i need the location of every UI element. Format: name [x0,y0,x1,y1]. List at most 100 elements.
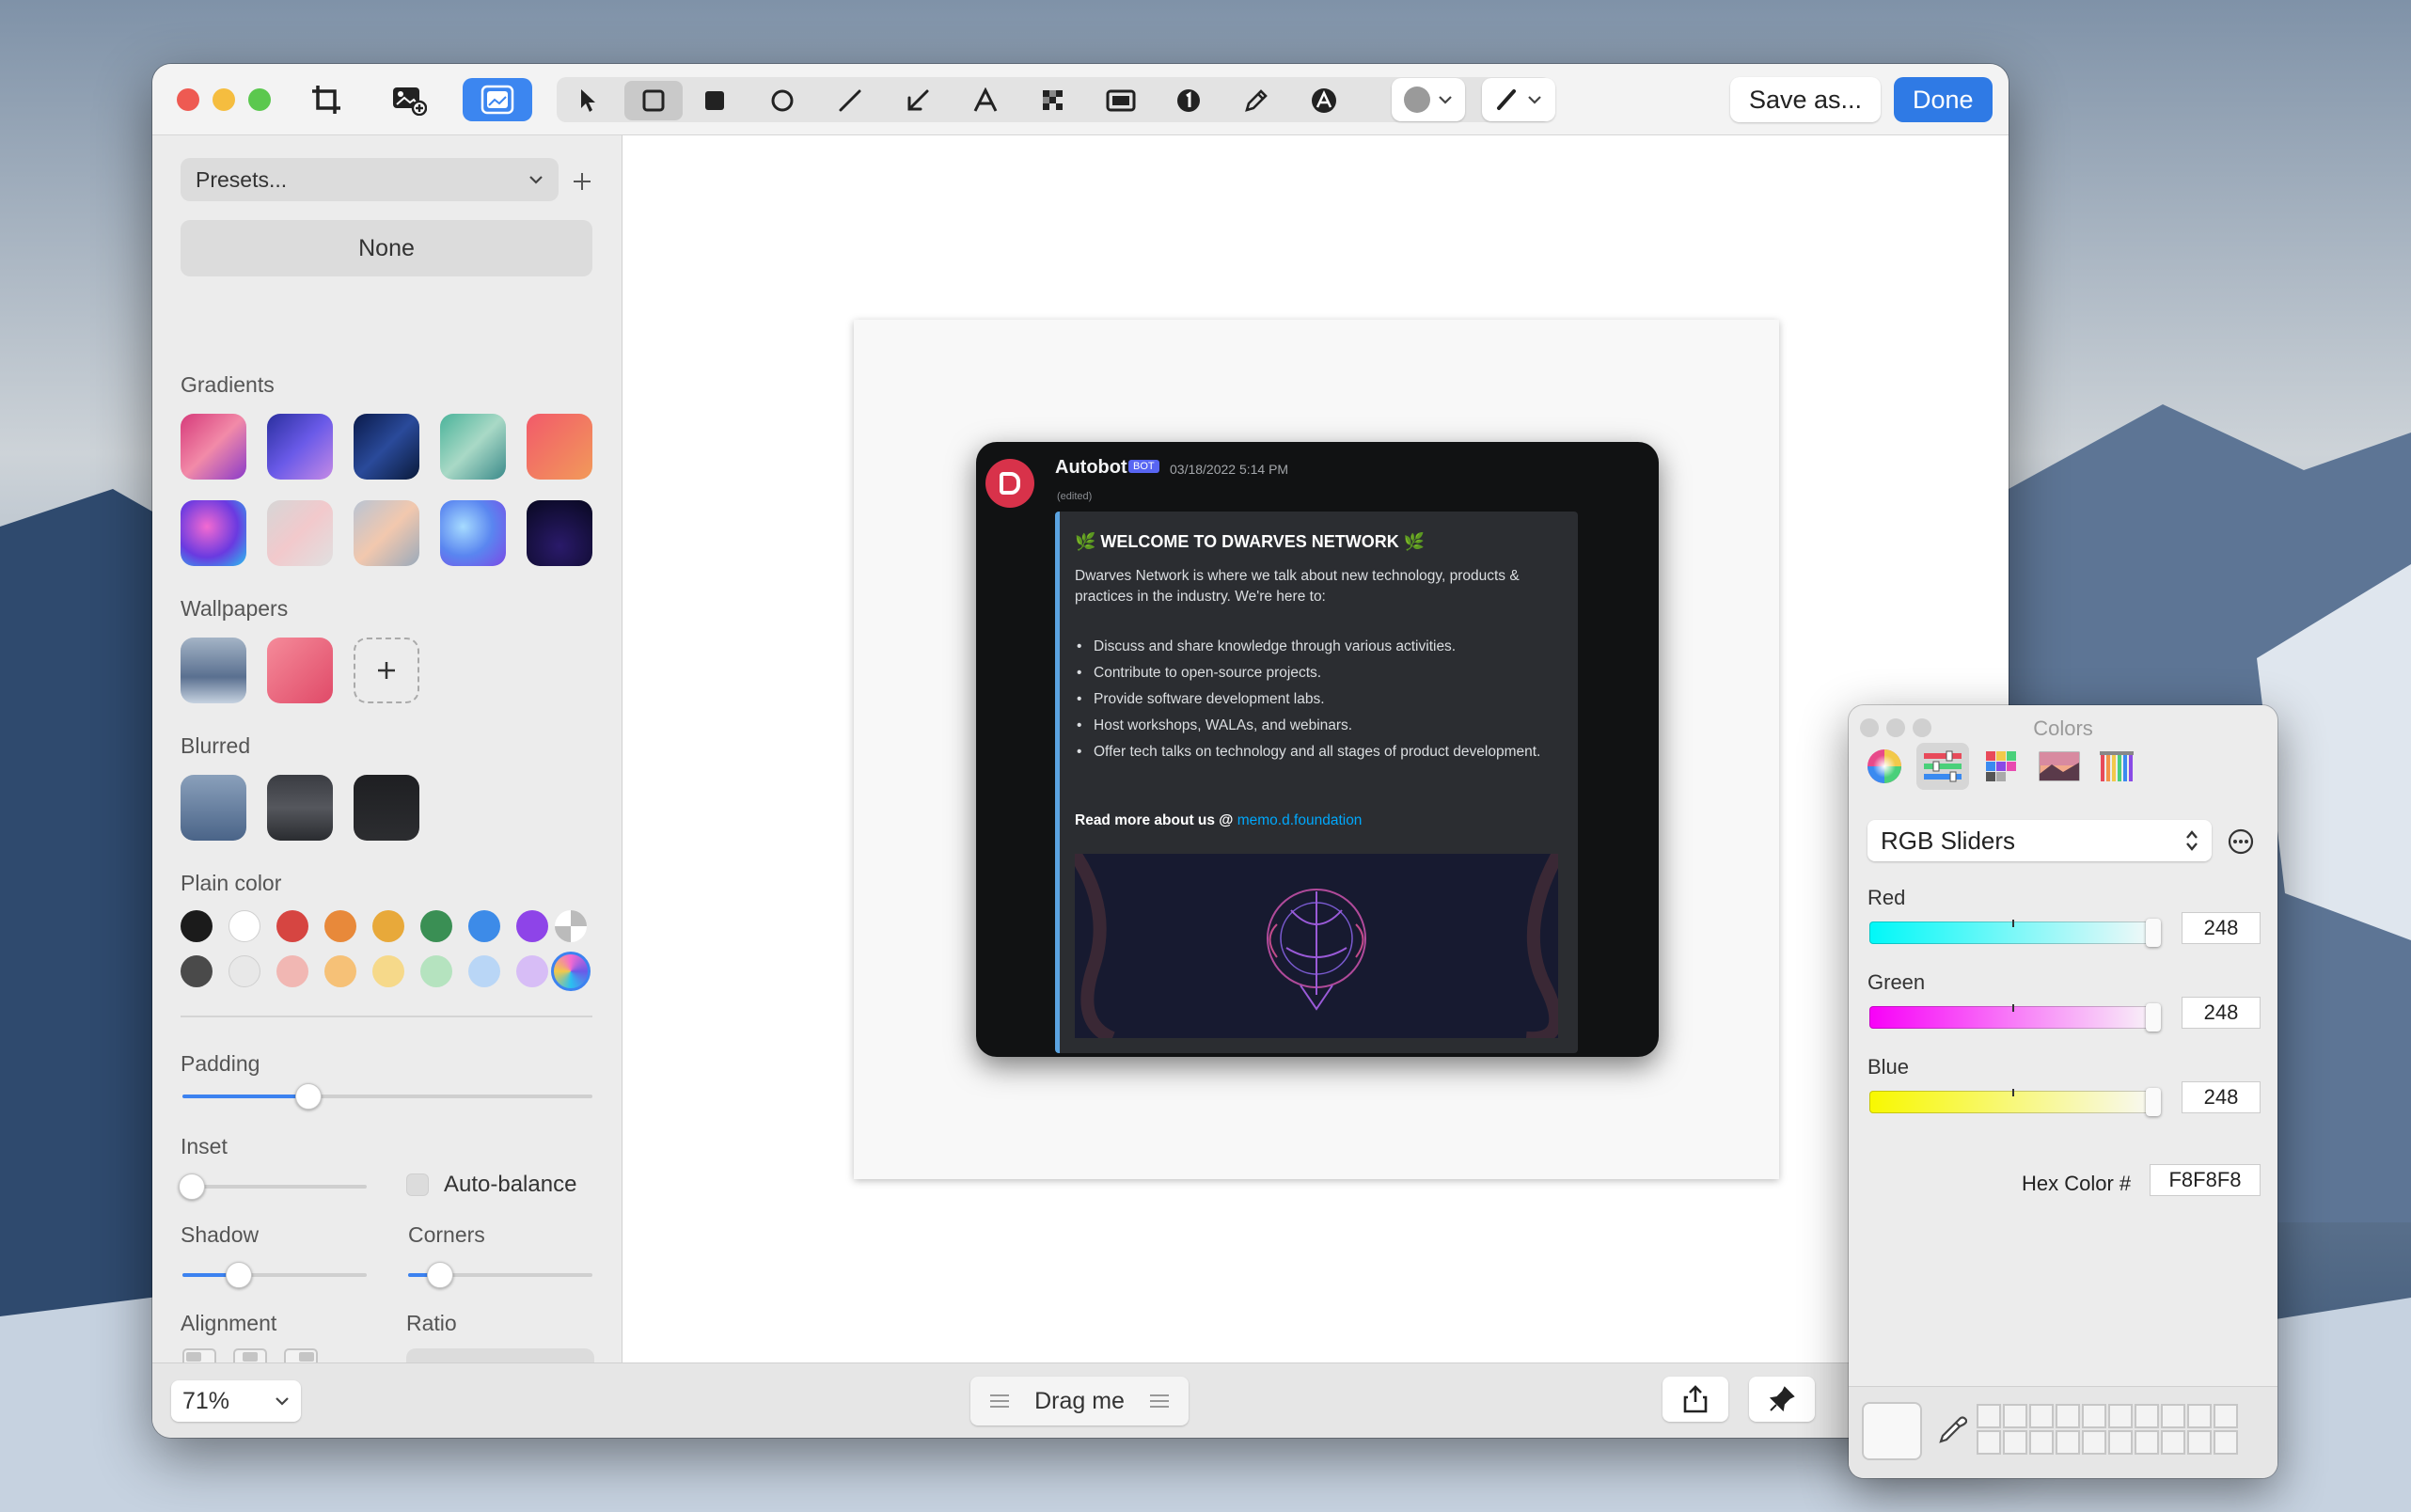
pixelate-tool[interactable] [1031,81,1076,120]
plain-color-swatch[interactable] [228,955,260,987]
blurred-swatch[interactable] [267,775,333,841]
saved-color-slot[interactable] [2214,1430,2238,1455]
arrow-tool[interactable] [895,81,940,120]
add-preset-icon[interactable] [572,171,592,192]
wallpaper-swatch[interactable] [267,638,333,703]
plain-color-swatch[interactable] [372,910,404,942]
saved-color-slot[interactable] [2003,1430,2027,1455]
red-slider[interactable] [1869,921,2159,944]
gradient-swatch[interactable] [440,414,506,480]
gradient-swatch[interactable] [181,500,246,566]
corners-slider-thumb[interactable] [427,1262,453,1288]
blurred-swatch[interactable] [181,775,246,841]
close-window-button[interactable] [177,88,199,111]
wallpaper-swatch[interactable] [181,638,246,703]
shadow-slider-thumb[interactable] [226,1262,252,1288]
saved-color-slot[interactable] [2161,1430,2185,1455]
sliders-tab[interactable] [1916,743,1969,790]
palettes-tab[interactable] [1975,743,2027,790]
memo-link[interactable]: memo.d.foundation [1237,812,1363,828]
add-wallpaper-button[interactable] [354,638,419,703]
stroke-style-dropdown[interactable] [1482,78,1555,121]
counter-tool[interactable] [1166,81,1211,120]
plain-color-swatch[interactable] [516,955,548,987]
zoom-window-button[interactable] [248,88,271,111]
inset-slider[interactable] [182,1185,367,1189]
gradient-swatch[interactable] [267,500,333,566]
none-button[interactable]: None [181,220,592,276]
padding-slider-thumb[interactable] [295,1083,322,1110]
gradient-swatch[interactable] [267,414,333,480]
add-image-button[interactable] [378,78,440,121]
green-slider[interactable] [1869,1006,2159,1029]
saved-color-slot[interactable] [2108,1404,2133,1428]
image-palettes-tab[interactable] [2033,743,2086,790]
gradient-swatch[interactable] [181,414,246,480]
saved-color-slot[interactable] [1977,1430,2001,1455]
saved-color-slot[interactable] [2082,1430,2106,1455]
screenshot-preview[interactable]: Autobot BOT 03/18/2022 5:14 PM (edited) … [976,442,1659,1057]
plain-color-swatch[interactable] [324,910,356,942]
saved-color-slot[interactable] [2161,1404,2185,1428]
plain-color-swatch[interactable] [181,955,213,987]
share-button[interactable] [1662,1377,1728,1422]
red-slider-thumb[interactable] [2146,919,2161,947]
smart-text-tool[interactable] [1301,81,1347,120]
saved-color-slot[interactable] [2029,1430,2054,1455]
plain-color-swatch[interactable] [468,955,500,987]
saved-color-slot[interactable] [2003,1404,2027,1428]
presets-dropdown[interactable]: Presets... [181,158,559,201]
done-button[interactable]: Done [1894,77,1993,122]
save-as-button[interactable]: Save as... [1730,77,1882,122]
saved-color-slot[interactable] [2187,1430,2212,1455]
zoom-dropdown[interactable]: 71% [171,1380,301,1422]
saved-color-slot[interactable] [2135,1430,2159,1455]
plain-color-swatch[interactable] [420,955,452,987]
saved-color-slot[interactable] [2029,1404,2054,1428]
hex-value-field[interactable]: F8F8F8 [2150,1164,2261,1196]
plain-color-swatch[interactable] [420,910,452,942]
auto-balance-checkbox[interactable] [406,1173,429,1196]
more-options-icon[interactable] [2227,827,2255,856]
drag-handle[interactable]: Drag me [970,1377,1189,1425]
red-value-field[interactable]: 248 [2182,912,2261,944]
blurred-swatch[interactable] [354,775,419,841]
ellipse-tool[interactable] [760,81,805,120]
plain-color-swatch[interactable] [372,955,404,987]
line-tool[interactable] [827,81,873,120]
plain-color-swatch[interactable] [181,910,213,942]
saved-color-slot[interactable] [2135,1404,2159,1428]
gradient-swatch[interactable] [527,500,592,566]
saved-color-slot[interactable] [2082,1404,2106,1428]
minimize-window-button[interactable] [213,88,235,111]
plain-color-swatch[interactable] [276,955,308,987]
blue-value-field[interactable]: 248 [2182,1081,2261,1113]
plain-color-swatch[interactable] [468,910,500,942]
green-value-field[interactable]: 248 [2182,997,2261,1029]
pen-tool[interactable] [1234,81,1279,120]
plain-color-swatch[interactable] [228,910,260,942]
pin-button[interactable] [1749,1377,1815,1422]
plain-color-swatch[interactable] [516,910,548,942]
rectangle-filled-tool[interactable] [692,81,737,120]
rectangle-outline-tool[interactable] [624,81,683,120]
current-color-well[interactable] [1862,1402,1922,1460]
custom-color-picker-swatch[interactable] [551,952,591,991]
pencils-tab[interactable] [2091,743,2144,790]
plain-color-swatch[interactable] [324,955,356,987]
saved-color-slot[interactable] [2214,1404,2238,1428]
background-button[interactable] [463,78,532,121]
blue-slider[interactable] [1869,1091,2159,1113]
select-tool[interactable] [566,81,611,120]
saved-color-slot[interactable] [2056,1404,2080,1428]
crop-button[interactable] [295,78,357,121]
green-slider-thumb[interactable] [2146,1003,2161,1032]
canvas[interactable]: Autobot BOT 03/18/2022 5:14 PM (edited) … [622,135,2009,1362]
custom-color-checker-swatch[interactable] [555,910,587,942]
color-mode-select[interactable]: RGB Sliders [1867,820,2212,861]
highlight-tool[interactable] [1098,81,1143,120]
plain-color-swatch[interactable] [276,910,308,942]
gradient-swatch[interactable] [354,500,419,566]
gradient-swatch[interactable] [440,500,506,566]
gradient-swatch[interactable] [527,414,592,480]
